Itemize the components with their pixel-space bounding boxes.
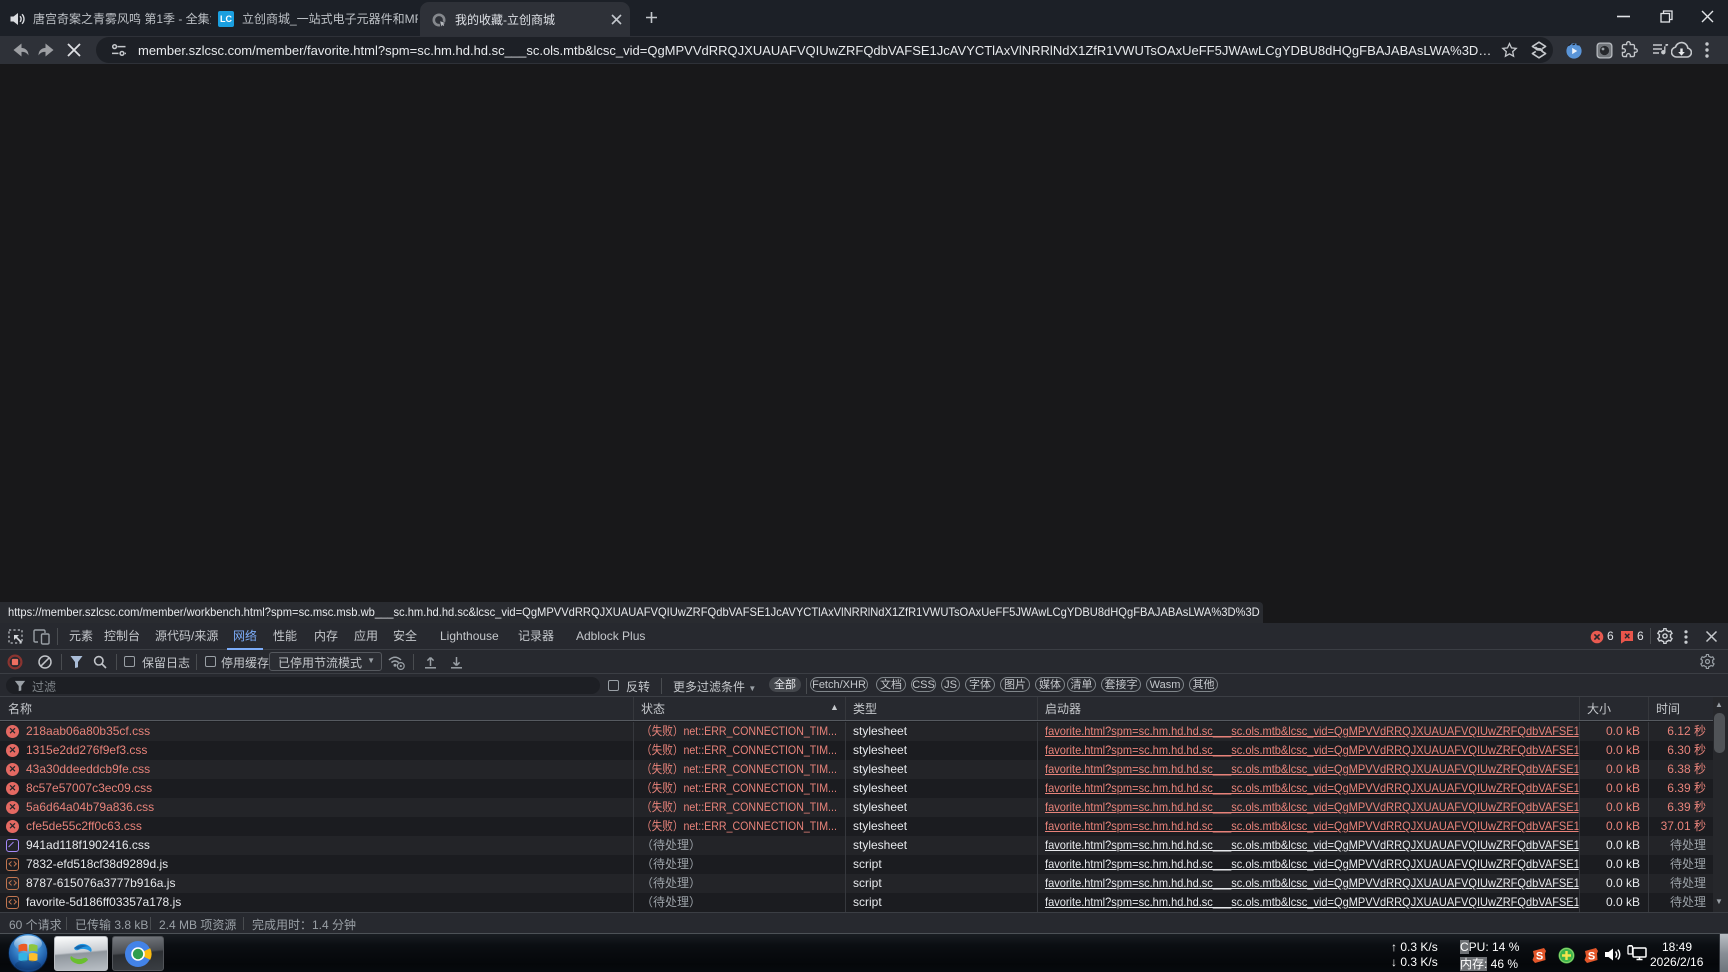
svg-text:S: S (1536, 951, 1543, 963)
svg-text:S: S (1588, 951, 1595, 963)
